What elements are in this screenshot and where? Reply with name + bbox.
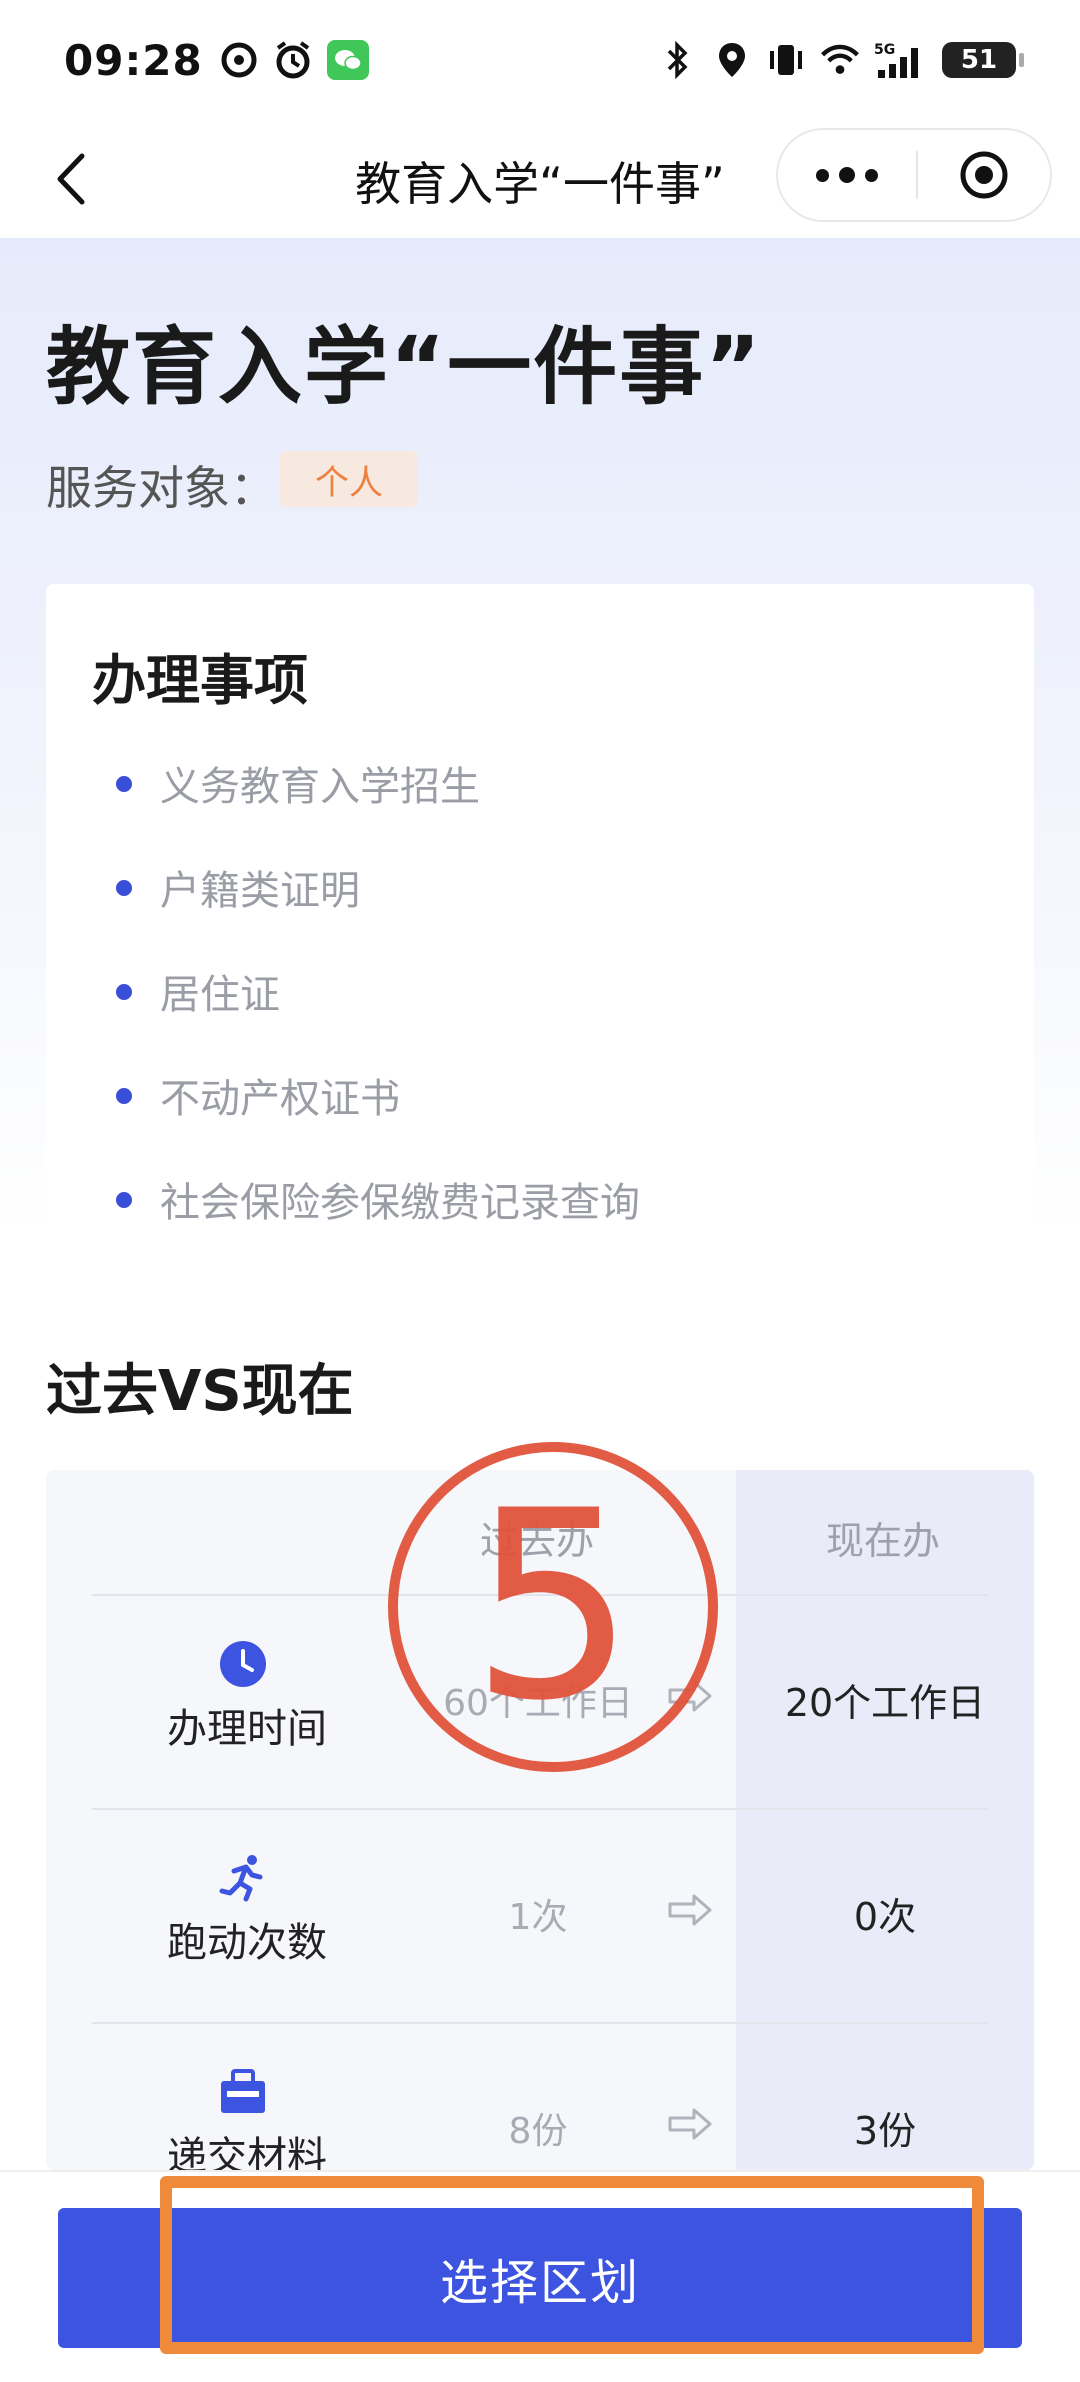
table-row: 递交材料 8份 3份 [46, 2024, 1034, 2170]
close-miniprogram-button[interactable] [918, 149, 1050, 201]
list-item: 社会保险参保缴费记录查询 [116, 1170, 640, 1274]
bullet-icon [116, 880, 132, 896]
list-item-text: 不动产权证书 [160, 1076, 400, 1122]
row-label: 跑动次数 [167, 1920, 327, 1966]
briefcase-icon [217, 2066, 269, 2118]
list-item: 义务教育入学招生 [116, 754, 640, 858]
list-item-text: 社会保险参保缴费记录查询 [160, 1180, 640, 1226]
status-notification-icons [219, 40, 369, 80]
row-label: 办理时间 [167, 1706, 327, 1752]
status-bar: 09:28 5G 51 [0, 0, 1080, 120]
more-dots-icon [816, 168, 829, 182]
bluetooth-icon [658, 40, 698, 80]
service-target-badge: 个人 [280, 451, 418, 507]
header-now: 现在办 [826, 1519, 941, 1563]
table-row: 跑动次数 1次 0次 [46, 1810, 1034, 2022]
target-close-icon [960, 151, 1008, 199]
list-item-text: 户籍类证明 [160, 868, 360, 914]
more-menu-button[interactable] [778, 130, 916, 220]
list-item-text: 居住证 [160, 972, 280, 1018]
items-card: 办理事项 义务教育入学招生 户籍类证明 居住证 不动产权证书 社会保险参保缴费记… [46, 584, 1034, 1234]
vibrate-icon [766, 40, 806, 80]
page-title: 教育入学“一件事” [46, 318, 763, 416]
row-past-value: 1次 [508, 1897, 568, 1938]
list-item: 居住证 [116, 962, 640, 1066]
status-time: 09:28 [64, 35, 203, 85]
battery-indicator: 51 [942, 42, 1024, 78]
miniprogram-capsule [776, 128, 1052, 222]
status-system-icons: 5G 51 [658, 40, 1024, 80]
signal-5g-icon: 5G [874, 40, 928, 80]
bullet-icon [116, 1088, 132, 1104]
bullet-icon [116, 776, 132, 792]
bottom-action-bar: 选择区划 [0, 2170, 1080, 2382]
nav-bar: 教育入学“一件事” [0, 120, 1080, 238]
service-target-label: 服务对象： [46, 461, 276, 515]
clock-icon [217, 1638, 269, 1690]
select-district-button[interactable]: 选择区划 [58, 2208, 1022, 2348]
wifi-icon [820, 40, 860, 80]
list-item-text: 义务教育入学招生 [160, 764, 480, 810]
row-now-value: 3份 [853, 2109, 917, 2153]
list-item: 户籍类证明 [116, 858, 640, 962]
bullet-icon [116, 1192, 132, 1208]
location-icon [712, 40, 752, 80]
row-past-value: 8份 [508, 2111, 568, 2152]
compare-title: 过去VS现在 [46, 1359, 354, 1424]
row-label: 递交材料 [167, 2134, 327, 2170]
items-list: 义务教育入学招生 户籍类证明 居住证 不动产权证书 社会保险参保缴费记录查询 [116, 754, 640, 1274]
bullet-icon [116, 984, 132, 1000]
list-item: 不动产权证书 [116, 1066, 640, 1170]
row-now-value: 0次 [853, 1895, 917, 1939]
row-now-value: 20个工作日 [784, 1681, 986, 1725]
items-card-title: 办理事项 [92, 649, 308, 712]
alarm-icon [273, 40, 313, 80]
svg-text:5G: 5G [874, 42, 895, 58]
step-number-watermark: 5 [388, 1442, 718, 1772]
running-icon [217, 1852, 269, 1904]
wechat-icon [326, 40, 369, 80]
arrow-right-icon [668, 2108, 712, 2140]
assistant-icon [219, 40, 259, 80]
arrow-right-icon [668, 1894, 712, 1926]
